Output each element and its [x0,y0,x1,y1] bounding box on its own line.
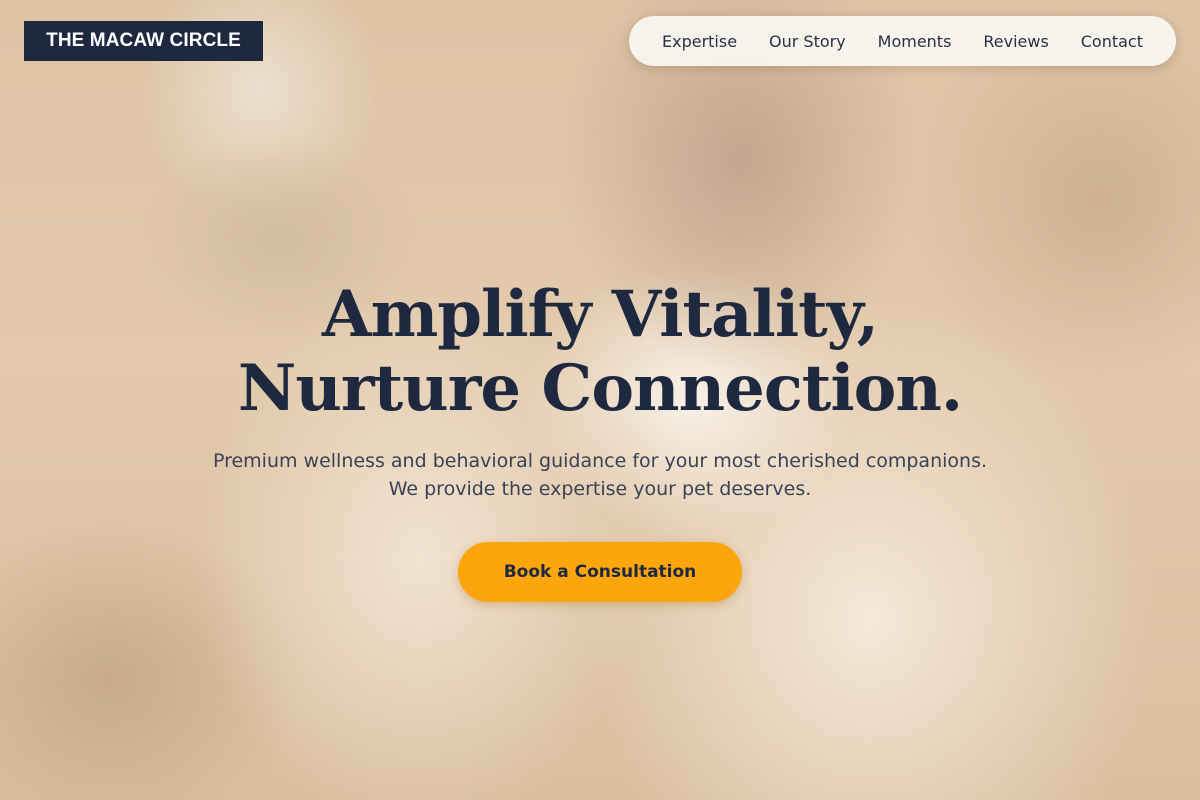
brand-logo[interactable]: THE MACAW CIRCLE [24,21,263,61]
hero-subtitle-line-2: We provide the expertise your pet deserv… [388,478,812,500]
hero-headline-line-1: Amplify Vitality, [321,277,879,352]
hero-section: THE MACAW CIRCLE Expertise Our Story Mom… [0,0,1200,800]
nav-link-reviews[interactable]: Reviews [983,32,1048,51]
hero-headline: Amplify Vitality, Nurture Connection. [0,278,1200,426]
hero-headline-line-2: Nurture Connection. [237,351,963,426]
nav-link-our-story[interactable]: Our Story [769,32,846,51]
book-consultation-button[interactable]: Book a Consultation [458,542,742,602]
nav-link-moments[interactable]: Moments [878,32,952,51]
hero-subtitle-line-1: Premium wellness and behavioral guidance… [212,450,988,472]
main-nav: Expertise Our Story Moments Reviews Cont… [629,16,1176,66]
nav-link-contact[interactable]: Contact [1081,32,1143,51]
hero-subtitle: Premium wellness and behavioral guidance… [0,447,1200,503]
nav-link-expertise[interactable]: Expertise [662,32,737,51]
